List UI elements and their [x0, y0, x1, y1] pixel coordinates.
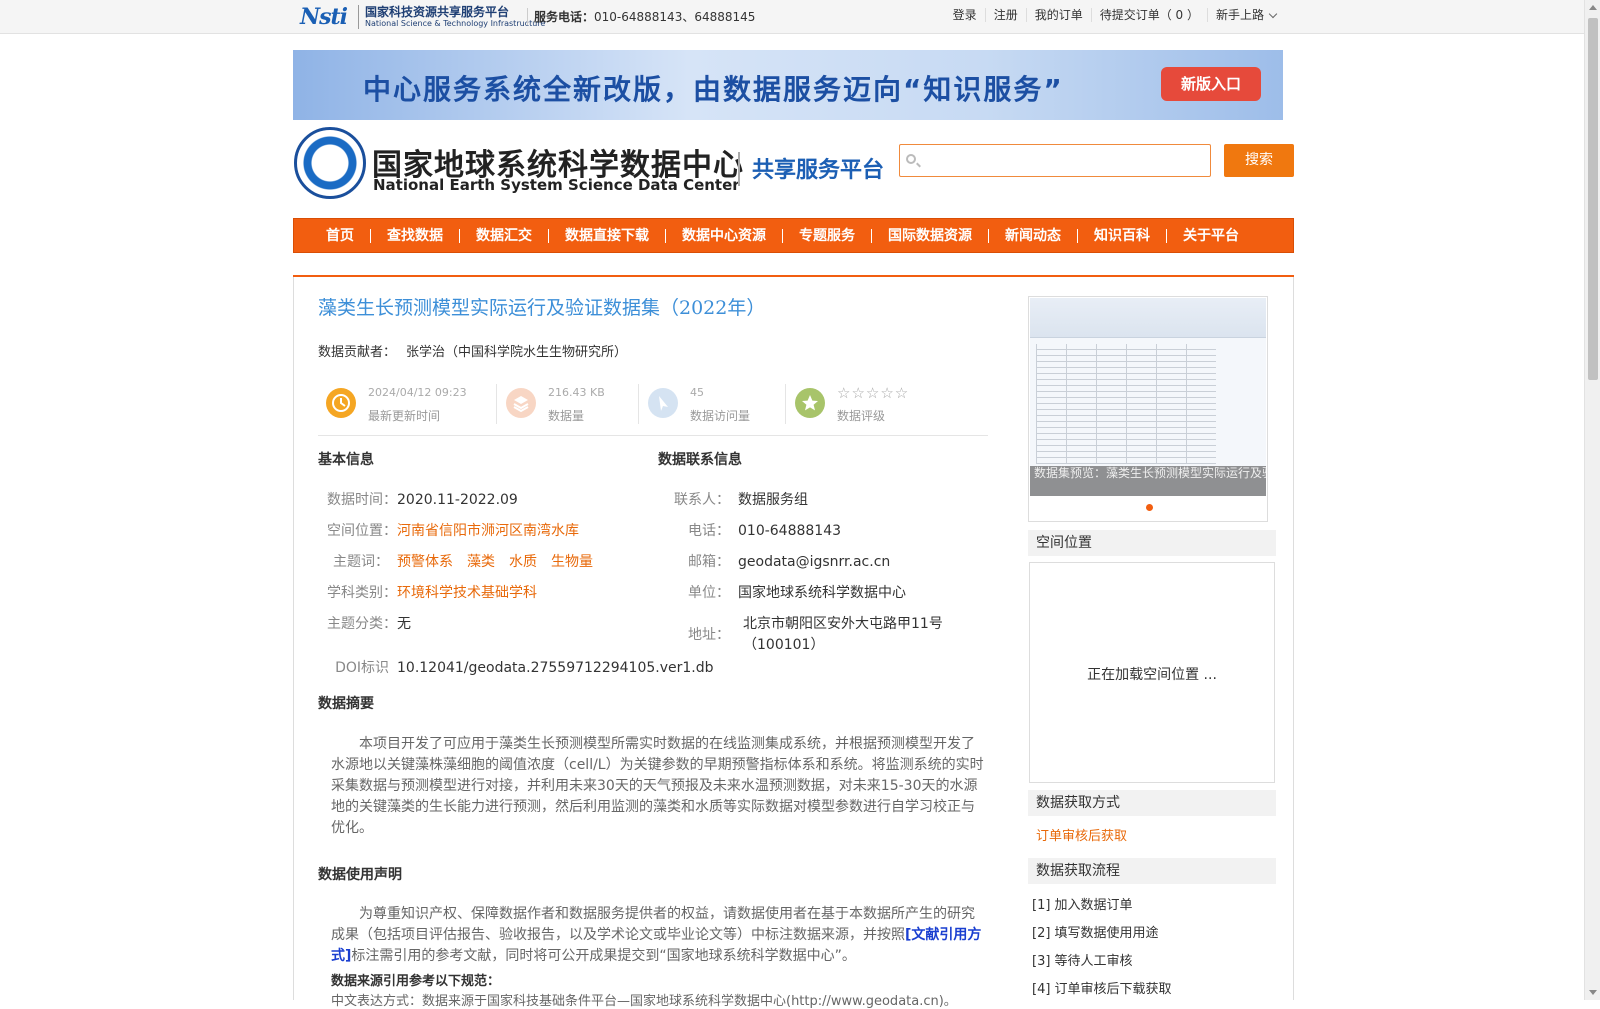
scrollbar-thumb[interactable] [1588, 18, 1598, 380]
header-divider [738, 152, 740, 186]
spatial-map[interactable]: 正在加载空间位置 ... [1029, 562, 1275, 783]
keyword-link[interactable]: 预警体系 [397, 554, 453, 570]
stat-update-time: 2024/04/12 09:23 最新更新时间 [318, 380, 488, 426]
top-links: 登录 注册 我的订单 待提交订单（ 0 ） 新手上路 [945, 8, 1284, 22]
preview-caption: 数据集预览：藻类生长预测模型实际运行及验证数据集（2022年）预览 [1030, 466, 1266, 496]
nav-center-resources[interactable]: 数据中心资源 [665, 228, 782, 243]
dataset-title: 藻类生长预测模型实际运行及验证数据集（2022年） [318, 297, 766, 319]
nav-encyclopedia[interactable]: 知识百科 [1077, 228, 1166, 243]
field-phone: 电话： 010-64888143 [688, 523, 842, 539]
stat-visits: 45 数据访问量 [640, 380, 785, 426]
field-discipline: 学科类别：环境科学技术基础学科 [327, 585, 537, 601]
pointer-icon [648, 388, 678, 418]
search-box[interactable] [899, 144, 1211, 177]
chevron-down-icon [1268, 9, 1278, 19]
field-doi: DOI标识 10.12041/geodata.27559712294105.ver… [335, 660, 714, 676]
pending-orders-link[interactable]: 待提交订单（ 0 ） [1092, 8, 1208, 22]
flow-step: [1] 加入数据订单 [1032, 898, 1133, 913]
field-spatial-location: 空间位置：河南省信阳市浉河区南湾水库 [327, 523, 579, 539]
vertical-scrollbar[interactable] [1584, 0, 1600, 1000]
nav-about[interactable]: 关于平台 [1166, 228, 1255, 243]
map-loading-text: 正在加载空间位置 ... [1087, 667, 1217, 683]
banner-text: 中心服务系统全新改版，由数据服务迈向“知识服务” [363, 73, 1064, 106]
nsti-name-cn: 国家科技资源共享服务平台 [365, 5, 510, 19]
nav-submit-data[interactable]: 数据汇交 [459, 228, 548, 243]
keyword-link[interactable]: 水质 [509, 554, 537, 570]
field-data-time: 数据时间：2020.11-2022.09 [327, 492, 518, 508]
new-version-button[interactable]: 新版入口 [1161, 67, 1261, 101]
flow-step: [3] 等待人工审核 [1032, 954, 1133, 969]
promo-banner[interactable]: 中心服务系统全新改版，由数据服务迈向“知识服务” 新版入口 [293, 50, 1283, 120]
basic-info-heading: 基本信息 [318, 452, 374, 468]
stat-rating: ☆☆☆☆☆ 数据评级 [787, 380, 987, 426]
search-input[interactable] [922, 149, 1207, 173]
search-button[interactable]: 搜索 [1224, 144, 1294, 177]
spatial-location-heading: 空间位置 [1028, 530, 1276, 556]
service-hotline: 服务电话：010-64888143、64888145 [527, 8, 755, 25]
main-nav: 首页 查找数据 数据汇交 数据直接下载 数据中心资源 专题服务 国际数据资源 新… [293, 218, 1294, 253]
nav-find-data[interactable]: 查找数据 [370, 228, 459, 243]
carousel-dot[interactable] [1146, 504, 1153, 511]
contributor: 数据贡献者： 张学治（中国科学院水生生物研究所） [318, 345, 628, 360]
spreadsheet-preview-image[interactable]: 数据集预览：藻类生长预测模型实际运行及验证数据集（2022年）预览 [1030, 298, 1266, 496]
nsti-name-en: National Science & Technology Infrastruc… [365, 19, 546, 28]
nav-direct-download[interactable]: 数据直接下载 [548, 228, 665, 243]
clock-icon [326, 388, 356, 418]
login-link[interactable]: 登录 [945, 8, 986, 22]
search-icon [906, 154, 916, 164]
nsti-logo-mark: Nsti [300, 4, 348, 30]
stat-data-size: 216.43 KB 数据量 [498, 380, 638, 426]
citation-heading: 数据来源引用参考以下规范： [331, 974, 501, 989]
keyword-link[interactable]: 生物量 [551, 554, 593, 570]
rating-stars[interactable]: ☆☆☆☆☆ [837, 384, 909, 402]
nav-topic-services[interactable]: 专题服务 [782, 228, 871, 243]
nsti-logo[interactable]: Nsti 国家科技资源共享服务平台 National Science & Tec… [300, 3, 545, 31]
acquisition-flow-heading: 数据获取流程 [1028, 858, 1276, 884]
field-contact-person: 联系人： 数据服务组 [674, 492, 808, 508]
field-organization: 单位： 国家地球系统科学数据中心 [688, 585, 906, 601]
layers-icon [506, 388, 536, 418]
field-address-label: 地址： [688, 627, 730, 643]
location-link[interactable]: 河南省信阳市浉河区南湾水库 [397, 523, 579, 539]
discipline-link[interactable]: 环境科学技术基础学科 [397, 585, 537, 601]
keyword-link[interactable]: 藻类 [467, 554, 495, 570]
scroll-down-arrow-icon[interactable] [1589, 990, 1597, 995]
top-utility-bar: Nsti 国家科技资源共享服务平台 National Science & Tec… [0, 0, 1584, 34]
usage-text: 为尊重知识产权、保障数据作者和数据服务提供者的权益，请数据使用者在基于本数据所产… [331, 906, 982, 964]
acquisition-method-heading: 数据获取方式 [1028, 790, 1276, 816]
field-email: 邮箱： geodata@igsnrr.ac.cn [688, 554, 891, 570]
site-title-en: National Earth System Science Data Cente… [373, 176, 740, 194]
field-address-line2: （100101） [743, 637, 825, 653]
field-topic: 主题分类：无 [327, 616, 411, 632]
nav-international[interactable]: 国际数据资源 [871, 228, 988, 243]
beginner-guide-dropdown[interactable]: 新手上路 [1208, 8, 1284, 22]
star-badge-icon [795, 388, 825, 418]
usage-heading: 数据使用声明 [318, 867, 402, 883]
nav-home[interactable]: 首页 [310, 229, 370, 243]
flow-step: [4] 订单审核后下载获取 [1032, 982, 1172, 997]
abstract-heading: 数据摘要 [318, 696, 374, 712]
field-address-line1: 北京市朝阳区安外大屯路甲11号 [743, 616, 943, 632]
flow-step: [2] 填写数据使用用途 [1032, 926, 1159, 941]
data-center-emblem-icon[interactable] [294, 127, 366, 199]
site-subtitle: 共享服务平台 [752, 158, 885, 183]
my-orders-link[interactable]: 我的订单 [1027, 8, 1092, 22]
nav-news[interactable]: 新闻动态 [988, 228, 1077, 243]
preview-carousel[interactable]: 数据集预览：藻类生长预测模型实际运行及验证数据集（2022年）预览 [1028, 296, 1268, 522]
contact-info-heading: 数据联系信息 [658, 452, 742, 468]
abstract-text: 本项目开发了可应用于藻类生长预测模型所需实时数据的在线监测集成系统，并根据预测模… [331, 736, 984, 836]
acquisition-method-value: 订单审核后获取 [1036, 829, 1128, 844]
scroll-up-arrow-icon[interactable] [1589, 5, 1597, 10]
register-link[interactable]: 注册 [986, 8, 1027, 22]
dataset-stats: 2024/04/12 09:23 最新更新时间 216.43 KB 数据量 45… [318, 380, 988, 436]
field-keywords: 主题词： 预警体系 藻类 水质 生物量 [333, 554, 593, 570]
